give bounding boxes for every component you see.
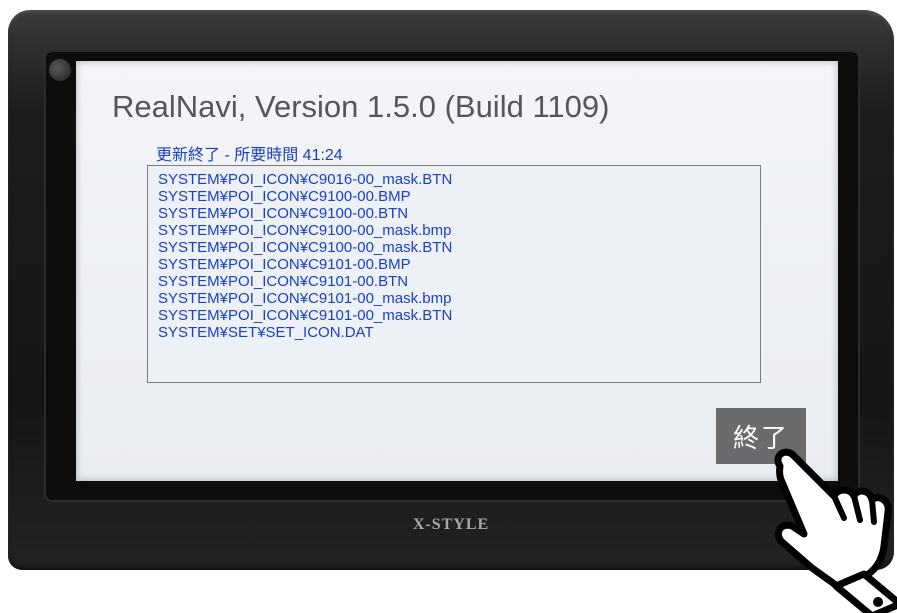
log-line: SYSTEM¥POI_ICON¥C9101-00.BTN xyxy=(158,273,409,290)
log-line: SYSTEM¥SET¥SET_ICON.DAT xyxy=(158,324,374,341)
update-log-list[interactable]: SYSTEM¥POI_ICON¥C9016-00_mask.BTN SYSTEM… xyxy=(147,165,761,383)
log-line: SYSTEM¥POI_ICON¥C9016-00_mask.BTN xyxy=(158,171,453,188)
log-line: SYSTEM¥POI_ICON¥C9100-00_mask.bmp xyxy=(158,222,452,239)
log-line: SYSTEM¥POI_ICON¥C9101-00_mask.BTN xyxy=(158,307,453,324)
log-line: SYSTEM¥POI_ICON¥C9101-00.BMP xyxy=(158,256,411,273)
bezel-sensor xyxy=(49,59,71,81)
log-line: SYSTEM¥POI_ICON¥C9100-00.BMP xyxy=(158,188,411,205)
app-screen: RealNavi, Version 1.5.0 (Build 1109) 更新終… xyxy=(76,61,838,481)
app-title: RealNavi, Version 1.5.0 (Build 1109) xyxy=(112,89,610,124)
update-status: 更新終了 - 所要時間 41:24 xyxy=(156,147,343,164)
log-line: SYSTEM¥POI_ICON¥C9100-00.BTN xyxy=(158,205,409,222)
log-line: SYSTEM¥POI_ICON¥C9100-00_mask.BTN xyxy=(158,239,453,256)
log-line: SYSTEM¥POI_ICON¥C9101-00_mask.bmp xyxy=(158,290,452,307)
pointing-hand-icon xyxy=(774,448,897,613)
